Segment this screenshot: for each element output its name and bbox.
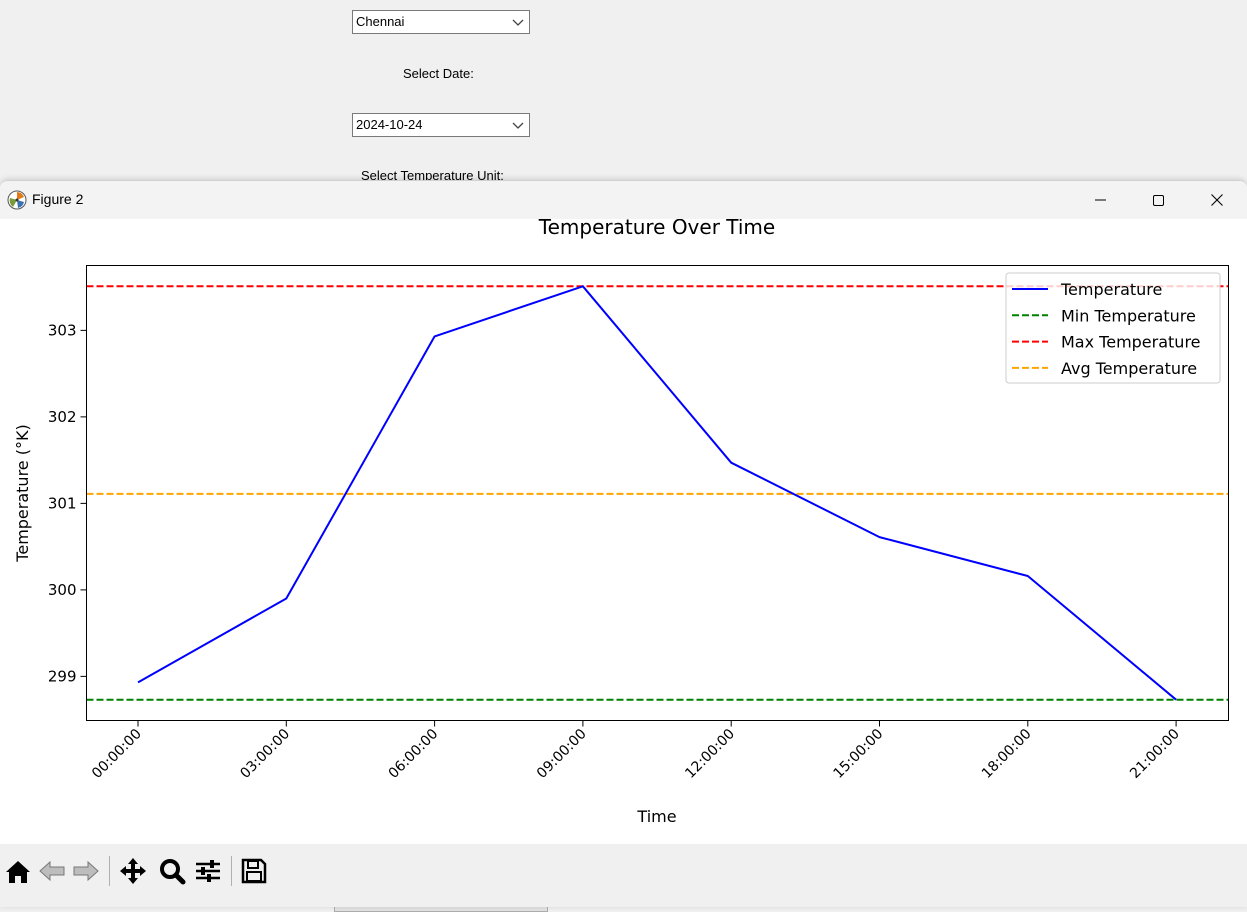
temperature-chart: Temperature Over Time 00:00:00 03:00:00 06… [0, 219, 1247, 844]
chevron-down-icon [511, 11, 525, 33]
date-select[interactable]: 2024-10-24 [352, 113, 530, 137]
legend-label: Avg Temperature [1061, 359, 1197, 378]
chevron-down-icon [511, 114, 525, 136]
home-icon [3, 856, 33, 886]
x-tick-label: 21:00:00 [1127, 726, 1183, 782]
back-icon [37, 856, 67, 886]
save-icon [239, 856, 269, 886]
close-icon [1188, 181, 1246, 219]
window-titlebar[interactable]: Figure 2 [0, 181, 1247, 219]
back-button[interactable] [37, 856, 67, 886]
y-tick-label: 302 [48, 408, 77, 426]
legend: Temperature Min Temperature Max Temperatur… [1006, 273, 1220, 383]
home-button[interactable] [3, 856, 33, 886]
pan-icon [118, 856, 148, 886]
chart-title: Temperature Over Time [538, 219, 775, 239]
close-button[interactable] [1188, 181, 1246, 219]
x-tick-label: 00:00:00 [89, 726, 145, 782]
city-select[interactable]: Chennai [352, 10, 530, 34]
minimize-icon [1071, 181, 1129, 219]
x-tick-label: 12:00:00 [682, 726, 738, 782]
x-tick-label: 18:00:00 [979, 726, 1035, 782]
navigation-toolbar [0, 844, 1247, 907]
figure-window: Figure 2 Temperature Over Time 00:00:000… [0, 180, 1247, 907]
x-tick-label: 09:00:00 [534, 726, 590, 782]
forward-icon [71, 856, 101, 886]
y-tick-label: 299 [48, 667, 77, 685]
x-tick-label: 03:00:00 [237, 726, 293, 782]
window-title: Figure 2 [32, 191, 83, 207]
maximize-icon [1129, 181, 1187, 219]
toolbar-separator [231, 856, 232, 886]
x-tick-label: 06:00:00 [386, 726, 442, 782]
ticks: 00:00:00 03:00:00 06:00:00 09:00:00 12:00:00… [48, 321, 1183, 781]
configure-subplots-icon [193, 856, 223, 886]
city-select-value: Chennai [356, 14, 404, 29]
y-tick-label: 301 [48, 494, 77, 512]
zoom-icon [157, 856, 187, 886]
y-tick-label: 300 [48, 581, 77, 599]
date-label: Select Date: [403, 66, 474, 81]
toolbar-separator [109, 856, 110, 886]
x-axis-label: Time [636, 807, 676, 826]
plot-area: Temperature Over Time 00:00:00 03:00:00 06… [0, 219, 1247, 844]
matplotlib-icon [7, 190, 27, 210]
zoom-button[interactable] [157, 856, 187, 886]
minimize-button[interactable] [1071, 181, 1129, 219]
forward-button[interactable] [71, 856, 101, 886]
maximize-button[interactable] [1129, 181, 1187, 219]
pan-button[interactable] [118, 856, 148, 886]
save-button[interactable] [239, 856, 269, 886]
date-select-value: 2024-10-24 [356, 117, 423, 132]
legend-label: Min Temperature [1061, 306, 1196, 325]
y-tick-label: 303 [48, 321, 77, 339]
legend-label: Max Temperature [1061, 333, 1201, 352]
legend-label: Temperature [1060, 280, 1162, 299]
x-tick-label: 15:00:00 [831, 726, 887, 782]
configure-subplots-button[interactable] [193, 856, 223, 886]
y-axis-label: Temperature (°K) [13, 424, 32, 562]
